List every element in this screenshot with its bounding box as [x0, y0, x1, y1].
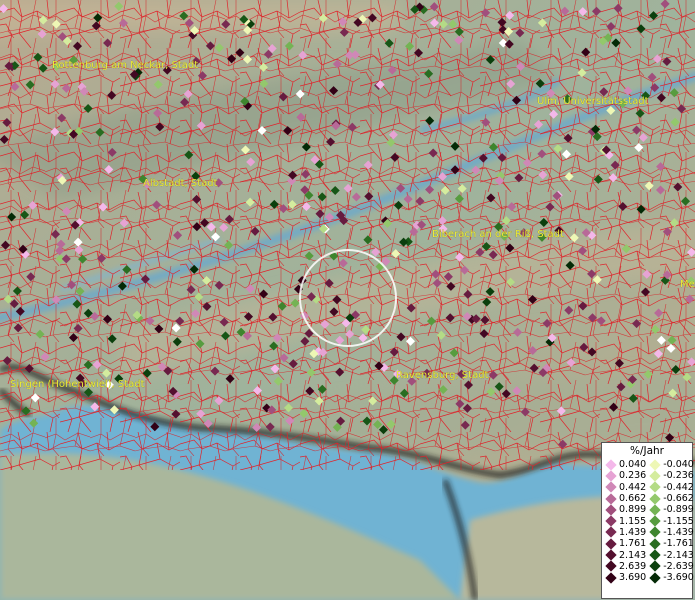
place-label: Singen (Hohentwiel), Stadt — [10, 379, 145, 390]
legend-label: -1.155 — [663, 515, 694, 527]
legend-item-negative: -2.639 — [646, 560, 694, 572]
legend-item-negative: -1.761 — [646, 538, 694, 550]
legend-item-positive: 0.662 — [602, 492, 647, 505]
legend-swatch — [605, 470, 617, 482]
legend-swatch — [649, 458, 661, 471]
legend-swatch — [605, 515, 617, 527]
legend-swatch — [605, 492, 617, 505]
legend-swatch — [649, 526, 661, 539]
place-label: Rottenburg am Neckar, Stadt — [52, 60, 198, 71]
map-view[interactable]: Rottenburg am Neckar, Stadt Ulm, Univers… — [0, 0, 695, 600]
legend-swatch — [649, 504, 661, 516]
legend-label: -0.662 — [663, 493, 694, 505]
legend-label: 2.639 — [619, 560, 647, 572]
legend-label: 0.236 — [619, 470, 647, 482]
place-label: Biberach an der Riß, Stadt — [432, 229, 564, 240]
legend-item-negative: -0.236 — [646, 470, 694, 482]
legend-item-negative: -2.143 — [646, 549, 694, 561]
legend-item-positive: 2.143 — [602, 549, 647, 561]
legend-swatch — [605, 458, 617, 471]
legend-item-positive: 0.040 — [602, 458, 647, 471]
legend-label: -0.899 — [663, 504, 694, 516]
legend-label: 0.442 — [619, 481, 647, 493]
place-label: Ulm, Universitätsstadt — [537, 96, 649, 107]
legend-item-positive: 0.236 — [602, 470, 647, 482]
legend-label: 1.155 — [619, 515, 647, 527]
place-label: Ravensburg, Stadt — [396, 370, 489, 381]
legend-label: -1.761 — [663, 538, 694, 550]
legend-label: -0.442 — [663, 481, 694, 493]
legend-swatch — [605, 481, 617, 493]
legend-label: 0.662 — [619, 493, 647, 505]
legend-item-negative: -0.899 — [646, 504, 694, 516]
legend-label: -1.439 — [663, 526, 694, 538]
legend-title: %/Jahr — [629, 445, 665, 457]
legend-label: 1.439 — [619, 526, 647, 538]
legend-swatch — [605, 571, 617, 584]
legend-item-positive: 2.639 — [602, 560, 647, 572]
legend-swatch — [649, 571, 661, 584]
place-label: Me — [680, 279, 695, 290]
legend-label: 3.690 — [619, 572, 647, 584]
legend-item-positive: 0.442 — [602, 481, 647, 493]
legend-item-negative: -3.690 — [646, 571, 694, 584]
legend-item-positive: 1.761 — [602, 538, 647, 550]
legend-swatch — [605, 560, 617, 572]
legend-item-positive: 3.690 — [602, 571, 647, 584]
place-label: Albstadt, Stadt — [143, 178, 218, 189]
legend-label: 0.899 — [619, 504, 647, 516]
legend-swatch — [649, 538, 661, 550]
legend-swatch — [605, 526, 617, 539]
legend-label: -2.639 — [663, 560, 694, 572]
legend-item-negative: -1.439 — [646, 526, 694, 539]
legend-item-negative: -0.040 — [646, 458, 694, 471]
legend-label: -0.040 — [663, 459, 694, 471]
legend-swatch — [605, 504, 617, 516]
legend-item-positive: 0.899 — [602, 504, 647, 516]
legend-swatch — [649, 549, 661, 561]
legend-swatch — [605, 538, 617, 550]
legend-swatch — [649, 470, 661, 482]
legend-swatch — [649, 492, 661, 505]
legend-grid: 0.040 -0.040 0.236 -0.236 0.442 -0.442 0.662 -0… — [602, 458, 694, 584]
legend-swatch — [649, 560, 661, 572]
legend-label: 2.143 — [619, 549, 647, 561]
legend-swatch — [649, 481, 661, 493]
legend-item-positive: 1.155 — [602, 515, 647, 527]
legend-item-positive: 1.439 — [602, 526, 647, 539]
legend-label: 0.040 — [619, 459, 647, 471]
legend-item-negative: -0.442 — [646, 481, 694, 493]
legend-swatch — [605, 549, 617, 561]
legend-label: -0.236 — [663, 470, 694, 482]
legend-item-negative: -1.155 — [646, 515, 694, 527]
legend-swatch — [649, 515, 661, 527]
legend-label: 1.761 — [619, 538, 647, 550]
legend-panel: %/Jahr 0.040 -0.040 0.236 -0.236 0.442 -0.442… — [601, 442, 694, 599]
legend-item-negative: -0.662 — [646, 492, 694, 505]
legend-label: -2.143 — [663, 549, 694, 561]
legend-label: -3.690 — [663, 572, 694, 584]
